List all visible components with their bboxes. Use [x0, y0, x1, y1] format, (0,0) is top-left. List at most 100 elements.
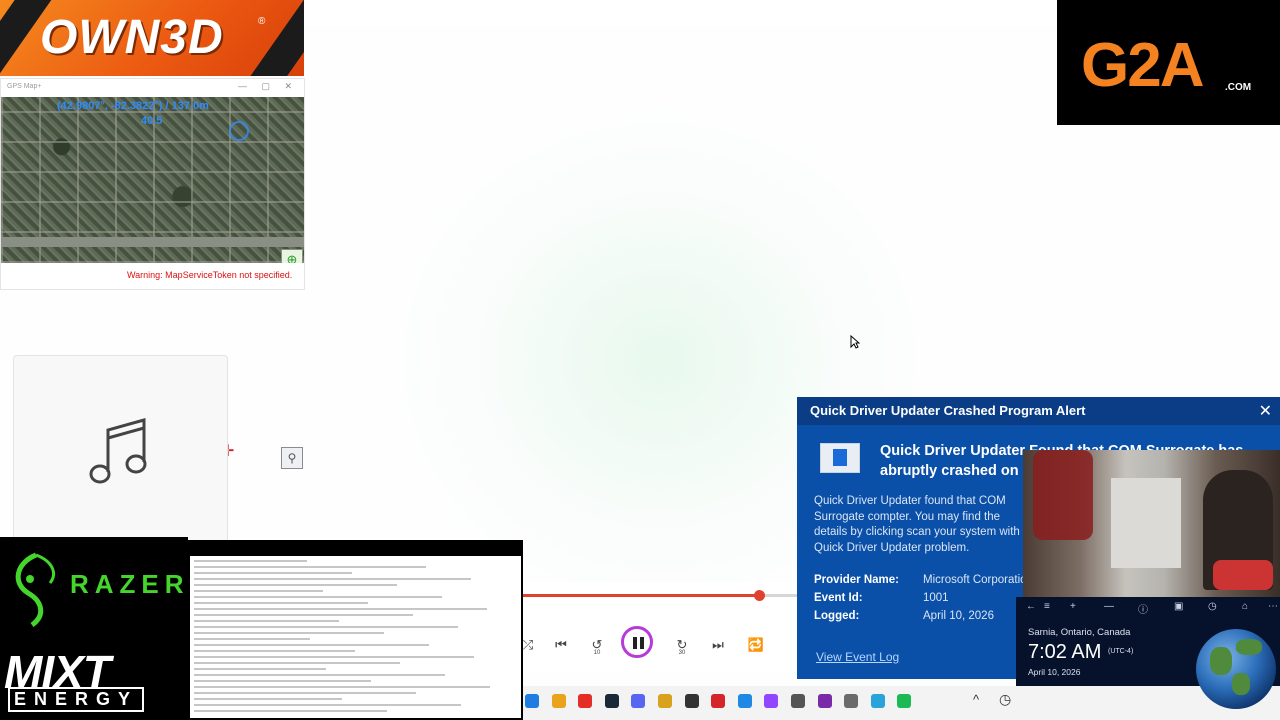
log-line	[194, 602, 368, 604]
webcam-overlay	[1023, 450, 1280, 597]
back-icon[interactable]: ←	[1026, 601, 1036, 612]
previous-icon[interactable]: ⏮	[550, 634, 572, 656]
menu-icon[interactable]: ≡	[1044, 601, 1050, 612]
home-icon[interactable]: ⌂	[1242, 601, 1248, 612]
alarm-icon[interactable]: ◷	[1208, 601, 1217, 612]
log-content	[194, 560, 516, 716]
log-line	[194, 692, 417, 694]
log-line	[194, 674, 446, 676]
globe-land	[1236, 639, 1262, 655]
logged-row: Logged: April 10, 2026	[814, 610, 994, 622]
skip-forward-label: 30	[678, 650, 686, 656]
sponsor-panel: RAZER MIXT ENERGY	[0, 537, 188, 720]
log-line	[194, 704, 462, 706]
alert-body: Quick Driver Updater found that COM Surr…	[814, 495, 1020, 554]
pause-bar	[640, 637, 644, 649]
steam-icon[interactable]	[604, 694, 619, 708]
logged-value: April 10, 2026	[923, 610, 994, 622]
alert-titlebar: Quick Driver Updater Crashed Program Ale…	[797, 397, 1280, 425]
opera-icon[interactable]	[711, 694, 726, 708]
tray-clock-icon[interactable]: ◷	[999, 691, 1011, 708]
clock-timezone: (UTC-4)	[1108, 648, 1134, 655]
globe-icon	[1196, 629, 1276, 709]
youtube-icon[interactable]	[578, 694, 593, 708]
view-event-log-link[interactable]: View Event Log	[816, 650, 899, 664]
clock-app-icon[interactable]	[791, 694, 805, 708]
game-icon[interactable]	[684, 694, 699, 708]
files-icon[interactable]	[737, 694, 752, 708]
own3d-logo-text: OWN3D	[40, 11, 224, 64]
globe-land	[1210, 647, 1232, 675]
media-player-icon[interactable]	[817, 694, 832, 708]
gps-window-title: GPS Map+	[7, 83, 42, 90]
twitch-icon[interactable]	[764, 694, 779, 708]
close-icon[interactable]: ✕	[1259, 401, 1272, 421]
log-line	[194, 626, 459, 628]
log-line	[194, 650, 355, 652]
log-line	[194, 572, 352, 574]
clock-location: Sarnia, Ontario, Canada	[1028, 627, 1131, 638]
globe-land	[1232, 673, 1250, 695]
logged-label: Logged:	[814, 610, 860, 622]
mouse-cursor-icon	[850, 335, 860, 349]
log-line	[194, 566, 426, 568]
log-window-titlebar[interactable]	[190, 542, 521, 556]
log-line	[194, 698, 343, 700]
edge-icon[interactable]	[525, 694, 539, 708]
log-line	[194, 620, 339, 622]
provider-label: Provider Name:	[814, 574, 900, 586]
log-line	[194, 560, 307, 562]
music-artwork-card	[13, 355, 228, 547]
energy-logo-text: ENERGY	[8, 687, 145, 712]
progress-knob[interactable]	[753, 590, 765, 601]
skip-forward-button[interactable]: ↻ 30	[671, 634, 693, 656]
log-window[interactable]	[188, 540, 523, 720]
spotify-icon[interactable]	[897, 694, 912, 708]
more-icon[interactable]: ⋯	[1268, 601, 1278, 612]
chrome-icon[interactable]	[551, 694, 566, 708]
pause-button[interactable]	[621, 626, 653, 658]
music-note-icon	[89, 418, 147, 484]
log-line	[194, 680, 372, 682]
progress-fill	[523, 594, 759, 597]
pause-bar	[633, 637, 637, 649]
satellite-map[interactable]: (42.9807°, -82.3822°) / 137.0m 40.5 ⊕	[1, 97, 304, 263]
window-controls[interactable]: — ▢ ✕	[238, 81, 298, 92]
settings-icon[interactable]	[844, 694, 859, 708]
repeat-icon[interactable]: 🔁	[745, 634, 767, 656]
gallery-icon[interactable]: ▣	[1174, 601, 1183, 612]
tray-chevron-icon[interactable]: ^	[973, 692, 979, 707]
compass-icon	[229, 121, 249, 141]
log-line	[194, 614, 413, 616]
add-icon[interactable]: +	[1070, 601, 1076, 612]
minimize-icon[interactable]: —	[1104, 601, 1114, 612]
log-line	[194, 656, 475, 658]
map-status-bar: Warning: MapServiceToken not specified. …	[1, 263, 304, 469]
shuffle-icon[interactable]: ⤮	[517, 634, 539, 656]
g2a-logo-text: G2A	[1081, 31, 1204, 100]
log-line	[194, 638, 310, 640]
tool-icon[interactable]	[658, 694, 672, 708]
skip-back-button[interactable]: ↺ 10	[586, 634, 608, 656]
clock-time: 7:02 AM	[1028, 641, 1102, 663]
app-window-icon	[820, 443, 860, 473]
progress-bar[interactable]	[523, 590, 797, 601]
next-icon[interactable]: ⏭	[707, 634, 729, 656]
provider-value: Microsoft Corporation	[923, 574, 1033, 586]
logo-stripe	[234, 0, 304, 76]
log-line	[194, 662, 401, 664]
razer-logo-text: RAZER	[70, 569, 190, 599]
log-line	[194, 686, 491, 688]
event-value: 1001	[923, 592, 949, 604]
gps-speed: 40.5	[141, 115, 163, 127]
info-icon[interactable]: ⓘ	[1138, 601, 1148, 616]
zoom-in-icon[interactable]: ⊕	[281, 249, 303, 263]
discord-icon[interactable]	[631, 694, 646, 708]
search-tool-icon[interactable]: ⚲	[281, 447, 303, 469]
log-line	[194, 584, 397, 586]
razer-snake-icon	[15, 552, 55, 628]
store-icon[interactable]	[870, 694, 885, 708]
gps-map-window[interactable]: GPS Map+ — ▢ ✕ (42.9807°, -82.3822°) / 1…	[0, 78, 305, 469]
log-line	[194, 608, 488, 610]
log-line	[194, 596, 442, 598]
